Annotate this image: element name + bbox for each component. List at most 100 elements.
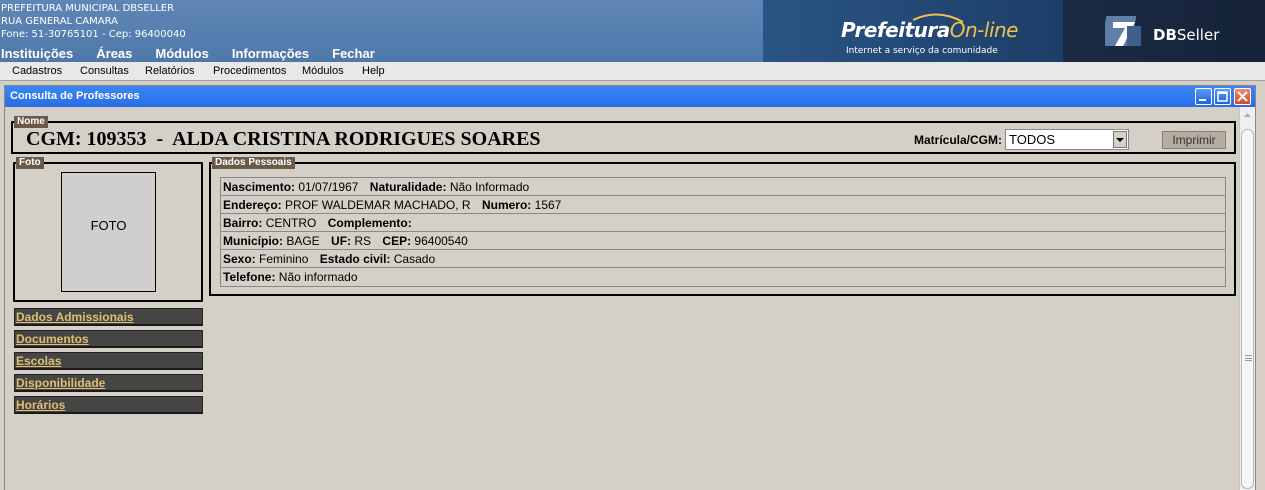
- scrollbar-grip-icon: [1245, 355, 1252, 361]
- submenu-procedimentos[interactable]: Procedimentos: [213, 65, 286, 77]
- cgm-separator: -: [156, 128, 164, 150]
- menu-areas[interactable]: Áreas: [96, 46, 132, 62]
- cgm-number: 109353: [86, 128, 147, 150]
- sexo-value: Feminino: [259, 252, 309, 266]
- menu-modulos[interactable]: Módulos: [155, 46, 208, 62]
- telefone-value: Não informado: [278, 270, 358, 284]
- menu-fechar[interactable]: Fechar: [332, 46, 375, 62]
- municipio-label: Município:: [223, 234, 283, 248]
- org-address: RUA GENERAL CAMARA: [1, 16, 118, 27]
- bairro-label: Bairro:: [223, 216, 263, 230]
- uf-value: RS: [354, 234, 372, 248]
- nav-dados-admissionais-link[interactable]: Dados Admissionais: [16, 310, 134, 324]
- cgm-line: CGM: 109353 - ALDA CRISTINA RODRIGUES SO…: [26, 128, 541, 151]
- nav-horarios-link[interactable]: Horários: [16, 398, 65, 412]
- photo-placeholder: FOTO: [61, 172, 156, 292]
- main-menu: Instituições Áreas Módulos Informações F…: [0, 46, 398, 62]
- foto-fieldset: Foto FOTO: [13, 157, 203, 302]
- dbseller-mark-icon: [1105, 16, 1141, 46]
- vertical-scrollbar[interactable]: [1239, 107, 1255, 490]
- dados-pessoais-legend: Dados Pessoais: [212, 157, 295, 169]
- nav-escolas[interactable]: Escolas: [14, 352, 203, 370]
- org-contact: Fone: 51-30765101 - Cep: 96400040: [1, 29, 186, 40]
- nav-documentos[interactable]: Documentos: [14, 330, 203, 348]
- logo-seller-text: Seller: [1176, 26, 1220, 44]
- logo-db-text: DB: [1153, 26, 1177, 44]
- scroll-up-icon[interactable]: [1240, 107, 1255, 123]
- minimize-button[interactable]: [1195, 88, 1212, 105]
- uf-label: UF:: [331, 234, 352, 248]
- endereco-label: Endereço:: [223, 198, 282, 212]
- row-telefone: Telefone: Não informado: [221, 268, 1225, 286]
- row-nascimento: Nascimento: 01/07/1967 Naturalidade: Não…: [221, 178, 1225, 196]
- municipio-value: BAGE: [286, 234, 320, 248]
- cep-value: 96400540: [414, 234, 468, 248]
- menu-informacoes[interactable]: Informações: [232, 46, 309, 62]
- sub-menu-bar: Cadastros Consultas Relatórios Procedime…: [0, 62, 1265, 81]
- dbseller-logo: DBSeller: [1063, 0, 1265, 62]
- chevron-down-icon: [1116, 138, 1124, 142]
- naturalidade-value: Não Informado: [449, 180, 530, 194]
- estado-civil-label: Estado civil:: [319, 252, 391, 266]
- matricula-select[interactable]: TODOS: [1005, 129, 1129, 150]
- org-info: PREFEITURA MUNICIPAL DBSELLER RUA GENERA…: [1, 2, 186, 41]
- naturalidade-label: Naturalidade:: [369, 180, 447, 194]
- complemento-label: Complemento:: [327, 216, 412, 230]
- nascimento-value: 01/07/1967: [298, 180, 359, 194]
- nav-dados-admissionais[interactable]: Dados Admissionais: [14, 308, 203, 326]
- nav-escolas-link[interactable]: Escolas: [16, 354, 61, 368]
- photo-placeholder-text: FOTO: [90, 218, 127, 233]
- menu-instituicoes[interactable]: Instituições: [1, 46, 73, 62]
- numero-label: Numero:: [481, 198, 532, 212]
- maximize-button[interactable]: [1214, 88, 1231, 105]
- nome-legend: Nome: [14, 116, 48, 128]
- nascimento-label: Nascimento:: [223, 180, 296, 194]
- estado-civil-value: Casado: [393, 252, 436, 266]
- dbseller-text: DBSeller: [1153, 26, 1219, 44]
- close-icon: [1237, 91, 1248, 102]
- maximize-icon: [1217, 91, 1228, 102]
- logo-prefeitura-text: Prefeitura: [841, 18, 950, 42]
- telefone-label: Telefone:: [223, 270, 276, 284]
- top-banner: PREFEITURA MUNICIPAL DBSELLER RUA GENERA…: [0, 0, 1265, 62]
- logo-tagline: Internet a serviço da comunidade: [846, 46, 998, 56]
- matricula-label: Matrícula/CGM:: [914, 133, 1003, 147]
- matricula-value: TODOS: [1009, 132, 1055, 147]
- submenu-cadastros[interactable]: Cadastros: [12, 65, 62, 77]
- window-content: Nome CGM: 109353 - ALDA CRISTINA RODRIGU…: [5, 107, 1239, 490]
- window-title: Consulta de Professores: [10, 90, 140, 102]
- submenu-help[interactable]: Help: [362, 65, 385, 77]
- dados-pessoais-table: Nascimento: 01/07/1967 Naturalidade: Não…: [220, 177, 1226, 287]
- submenu-modulos[interactable]: Módulos: [302, 65, 344, 77]
- nav-horarios[interactable]: Horários: [14, 396, 203, 414]
- minimize-icon: [1199, 99, 1206, 101]
- nav-disponibilidade[interactable]: Disponibilidade: [14, 374, 203, 392]
- dropdown-arrow-button[interactable]: [1113, 131, 1127, 148]
- numero-value: 1567: [534, 198, 562, 212]
- submenu-consultas[interactable]: Consultas: [80, 65, 129, 77]
- nav-disponibilidade-link[interactable]: Disponibilidade: [16, 376, 105, 390]
- foto-legend: Foto: [16, 157, 44, 169]
- consulta-professores-window: Consulta de Professores Nome CGM: 109353…: [4, 85, 1256, 490]
- nav-documentos-link[interactable]: Documentos: [16, 332, 89, 346]
- window-titlebar[interactable]: Consulta de Professores: [5, 86, 1255, 107]
- cep-label: CEP:: [382, 234, 412, 248]
- close-button[interactable]: [1234, 88, 1251, 105]
- logo-main-text: PrefeituraOn-line: [841, 18, 1018, 42]
- scrollbar-thumb[interactable]: [1241, 129, 1254, 489]
- nome-fieldset: Nome CGM: 109353 - ALDA CRISTINA RODRIGU…: [11, 116, 1236, 154]
- sexo-label: Sexo:: [223, 252, 256, 266]
- org-name: PREFEITURA MUNICIPAL DBSELLER: [1, 3, 175, 14]
- row-sexo: Sexo: Feminino Estado civil: Casado: [221, 250, 1225, 268]
- bairro-value: CENTRO: [265, 216, 317, 230]
- row-municipio: Município: BAGE UF: RS CEP: 96400540: [221, 232, 1225, 250]
- row-bairro: Bairro: CENTRO Complemento:: [221, 214, 1225, 232]
- submenu-relatorios[interactable]: Relatórios: [145, 65, 195, 77]
- row-endereco: Endereço: PROF WALDEMAR MACHADO, R Numer…: [221, 196, 1225, 214]
- endereco-value: PROF WALDEMAR MACHADO, R: [285, 198, 471, 212]
- cgm-label: CGM:: [26, 128, 82, 150]
- prefeitura-online-logo: PrefeituraOn-line Internet a serviço da …: [763, 0, 1063, 62]
- imprimir-button[interactable]: Imprimir: [1162, 131, 1226, 149]
- professor-name: ALDA CRISTINA RODRIGUES SOARES: [172, 128, 541, 150]
- logo-online-text: On-line: [949, 18, 1019, 42]
